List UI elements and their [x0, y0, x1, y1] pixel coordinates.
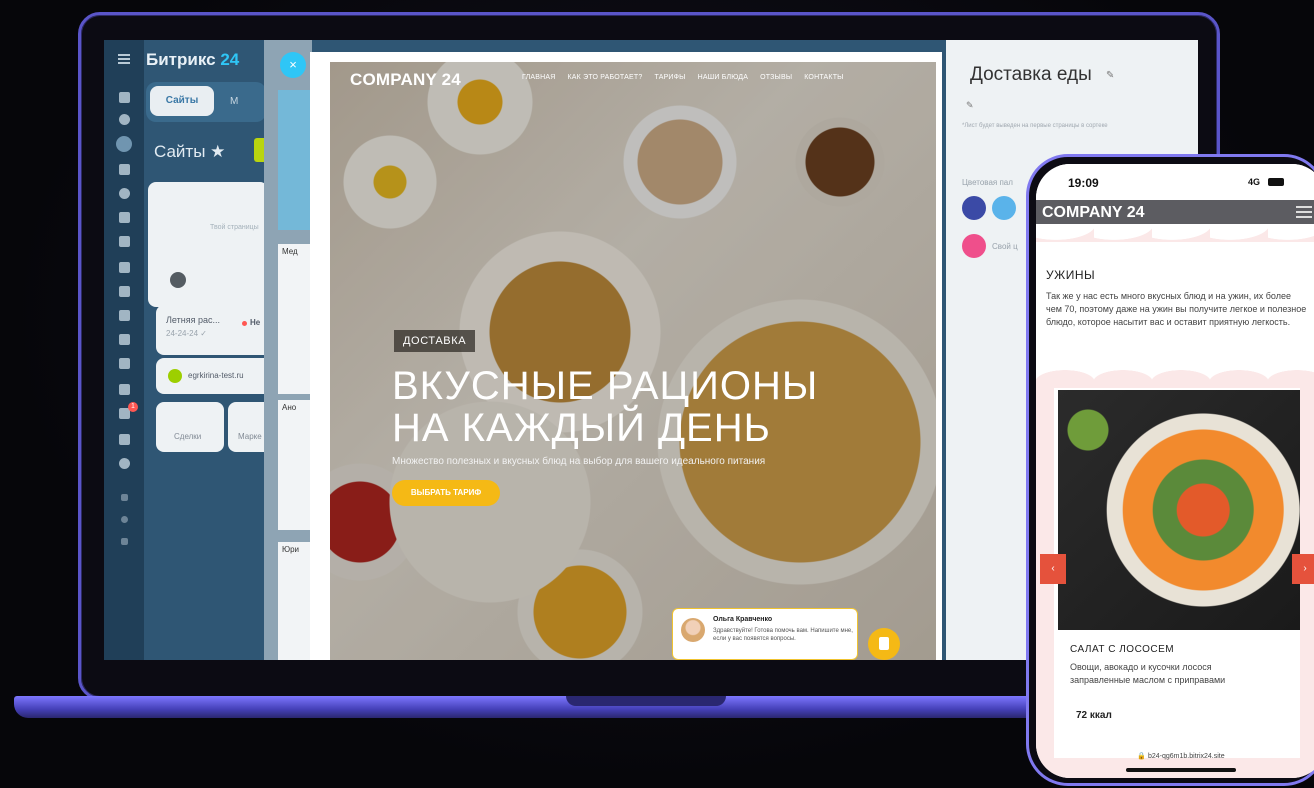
card-placeholder: Твой страницы: [210, 224, 259, 231]
site-card-preview[interactable]: Твой страницы: [148, 182, 268, 307]
phone-site-logo[interactable]: COMPANY 24: [1042, 204, 1145, 222]
target-icon[interactable]: [119, 114, 130, 125]
chat-icon[interactable]: [119, 188, 130, 199]
phone-screen: 19:09 4G COMPANY 24 УЖИНЫ Так же у нас е…: [1036, 164, 1314, 778]
chat-message: Здравствуйте! Готова помочь вам. Напишит…: [713, 628, 853, 642]
slider-card-3-label: Юри: [282, 545, 299, 554]
wave-decoration-top: [1036, 224, 1314, 246]
dish-description: Овощи, авокадо и кусочки лосося заправле…: [1070, 662, 1226, 685]
robot-icon[interactable]: [119, 384, 130, 395]
users-icon[interactable]: [119, 358, 130, 369]
market-label: Марке: [238, 432, 262, 441]
deals-button[interactable]: Сделки: [156, 402, 224, 452]
own-color-label: Свой ц: [992, 242, 1018, 251]
cart-icon[interactable]: [116, 136, 132, 152]
hero-title-line-1: ВКУСНЫЕ РАЦИОНЫ: [392, 364, 819, 408]
battery-icon: [1268, 178, 1284, 186]
slider-card-3[interactable]: Юри: [278, 542, 312, 660]
edit-pen-icon-2[interactable]: ✎: [966, 100, 974, 111]
panel-note: *Лист будет выведен на первые страницы в…: [962, 123, 1108, 129]
printer-icon[interactable]: [119, 310, 130, 321]
dish-title: САЛАТ С ЛОСОСЕМ: [1070, 644, 1175, 655]
panel-title[interactable]: Доставка еды: [970, 64, 1092, 86]
nav-home[interactable]: ГЛАВНАЯ: [522, 74, 556, 81]
slider-card-2-label: Ано: [282, 403, 297, 412]
dish-image: [1058, 390, 1300, 630]
bitrix-logo-num: 24: [220, 50, 240, 69]
dish-calories: 72 ккал: [1076, 710, 1112, 721]
notification-badge: 1: [128, 402, 138, 412]
page-title: Сайты ★: [154, 142, 226, 161]
nav-reviews[interactable]: ОТЗЫВЫ: [760, 74, 792, 81]
nav-contacts[interactable]: КОНТАКТЫ: [804, 74, 843, 81]
color-swatch-blue[interactable]: [962, 196, 986, 220]
palette-label: Цветовая пал: [962, 178, 1013, 187]
status-dot: [242, 321, 247, 326]
hero-overlay: [330, 62, 936, 660]
filter-icon[interactable]: [119, 92, 130, 103]
site-domain: egrkirina-test.ru: [188, 371, 244, 380]
hero-title-line-2: НА КАЖДЫЙ ДЕНЬ: [392, 406, 771, 450]
site-name: Летняя рас...: [166, 315, 220, 325]
bitrix-logo[interactable]: Битрикс 24: [146, 50, 239, 70]
stage: 1 Битрикс 24 Сайты М Сайты ★ Твой страни…: [0, 0, 1314, 788]
check-icon[interactable]: [119, 164, 130, 175]
slider-card-top[interactable]: [278, 90, 312, 230]
edit-pen-icon[interactable]: ✎: [1106, 70, 1114, 81]
site-card-info[interactable]: Летняя рас... 24-24-24 ✓ Не: [156, 305, 276, 355]
eye-icon[interactable]: [170, 272, 186, 288]
document-icon[interactable]: [119, 286, 130, 297]
wave-decoration-bottom: [1036, 368, 1314, 382]
hamburger-icon[interactable]: [1296, 206, 1312, 218]
link-icon: [168, 369, 182, 383]
nav-dishes[interactable]: НАШИ БЛЮДА: [698, 74, 748, 81]
section-text: Так же у нас есть много вкусных блюд и н…: [1046, 291, 1307, 327]
hero-subtitle: Множество полезных и вкусных блюд на выб…: [392, 456, 766, 467]
close-slider-button[interactable]: ×: [280, 52, 306, 78]
color-swatch-lightblue[interactable]: [992, 196, 1016, 220]
tab-sites[interactable]: Сайты: [150, 86, 214, 116]
nav-tariffs[interactable]: ТАРИФЫ: [654, 74, 685, 81]
slider-card-1-label: Мед: [282, 247, 298, 256]
phone-time: 19:09: [1068, 176, 1099, 190]
status-badge: Не: [250, 318, 261, 327]
section-title: УЖИНЫ: [1046, 268, 1096, 282]
avatar: [681, 618, 705, 642]
site-date: 24-24-24 ✓: [166, 329, 207, 338]
gear-icon[interactable]: [121, 516, 128, 523]
slider-stack: Мед Ано Юри: [264, 40, 312, 660]
more-icon[interactable]: [119, 458, 130, 469]
site-nav: ГЛАВНАЯ КАК ЭТО РАБОТАЕТ? ТАРИФЫ НАШИ БЛ…: [522, 74, 844, 81]
slider-card-2[interactable]: Ано: [278, 400, 312, 530]
drive-icon[interactable]: [119, 334, 130, 345]
chat-agent-name: Ольга Кравченко: [713, 616, 773, 623]
choose-tariff-button[interactable]: ВЫБРАТЬ ТАРИФ: [392, 480, 500, 506]
site-preview[interactable]: COMPANY 24 ГЛАВНАЯ КАК ЭТО РАБОТАЕТ? ТАР…: [330, 62, 936, 660]
nav-how-it-works[interactable]: КАК ЭТО РАБОТАЕТ?: [568, 74, 643, 81]
deals-label: Сделки: [174, 432, 202, 441]
chat-popup[interactable]: Ольга Кравченко Здравствуйте! Готова пом…: [672, 608, 858, 660]
message-icon[interactable]: [119, 236, 130, 247]
calendar-icon[interactable]: [119, 262, 130, 273]
carousel-next-button[interactable]: ›: [1292, 554, 1314, 584]
bitrix-logo-text: Битрикс: [146, 50, 216, 69]
left-rail: 1: [104, 40, 144, 660]
carousel-prev-button[interactable]: ‹: [1040, 554, 1066, 584]
home-indicator: [1126, 768, 1236, 772]
color-swatch-pink[interactable]: [962, 234, 986, 258]
network-indicator: 4G: [1248, 177, 1261, 187]
tab-second[interactable]: М: [230, 96, 238, 107]
site-logo[interactable]: COMPANY 24: [350, 70, 461, 90]
bag-icon[interactable]: [119, 434, 130, 445]
plus-icon[interactable]: [121, 538, 128, 545]
chat-open-button[interactable]: [868, 628, 900, 660]
browser-url[interactable]: 🔒 b24-qg6m1b.bitrix24.site: [1036, 752, 1314, 760]
box-icon[interactable]: [119, 212, 130, 223]
hero-badge: ДОСТАВКА: [394, 330, 476, 352]
site-domain-row[interactable]: egrkirina-test.ru: [156, 358, 276, 394]
menu-icon[interactable]: [118, 54, 130, 64]
laptop-notch: [566, 696, 726, 706]
slider-card-1[interactable]: Мед: [278, 244, 312, 394]
warning-icon[interactable]: [121, 494, 128, 501]
